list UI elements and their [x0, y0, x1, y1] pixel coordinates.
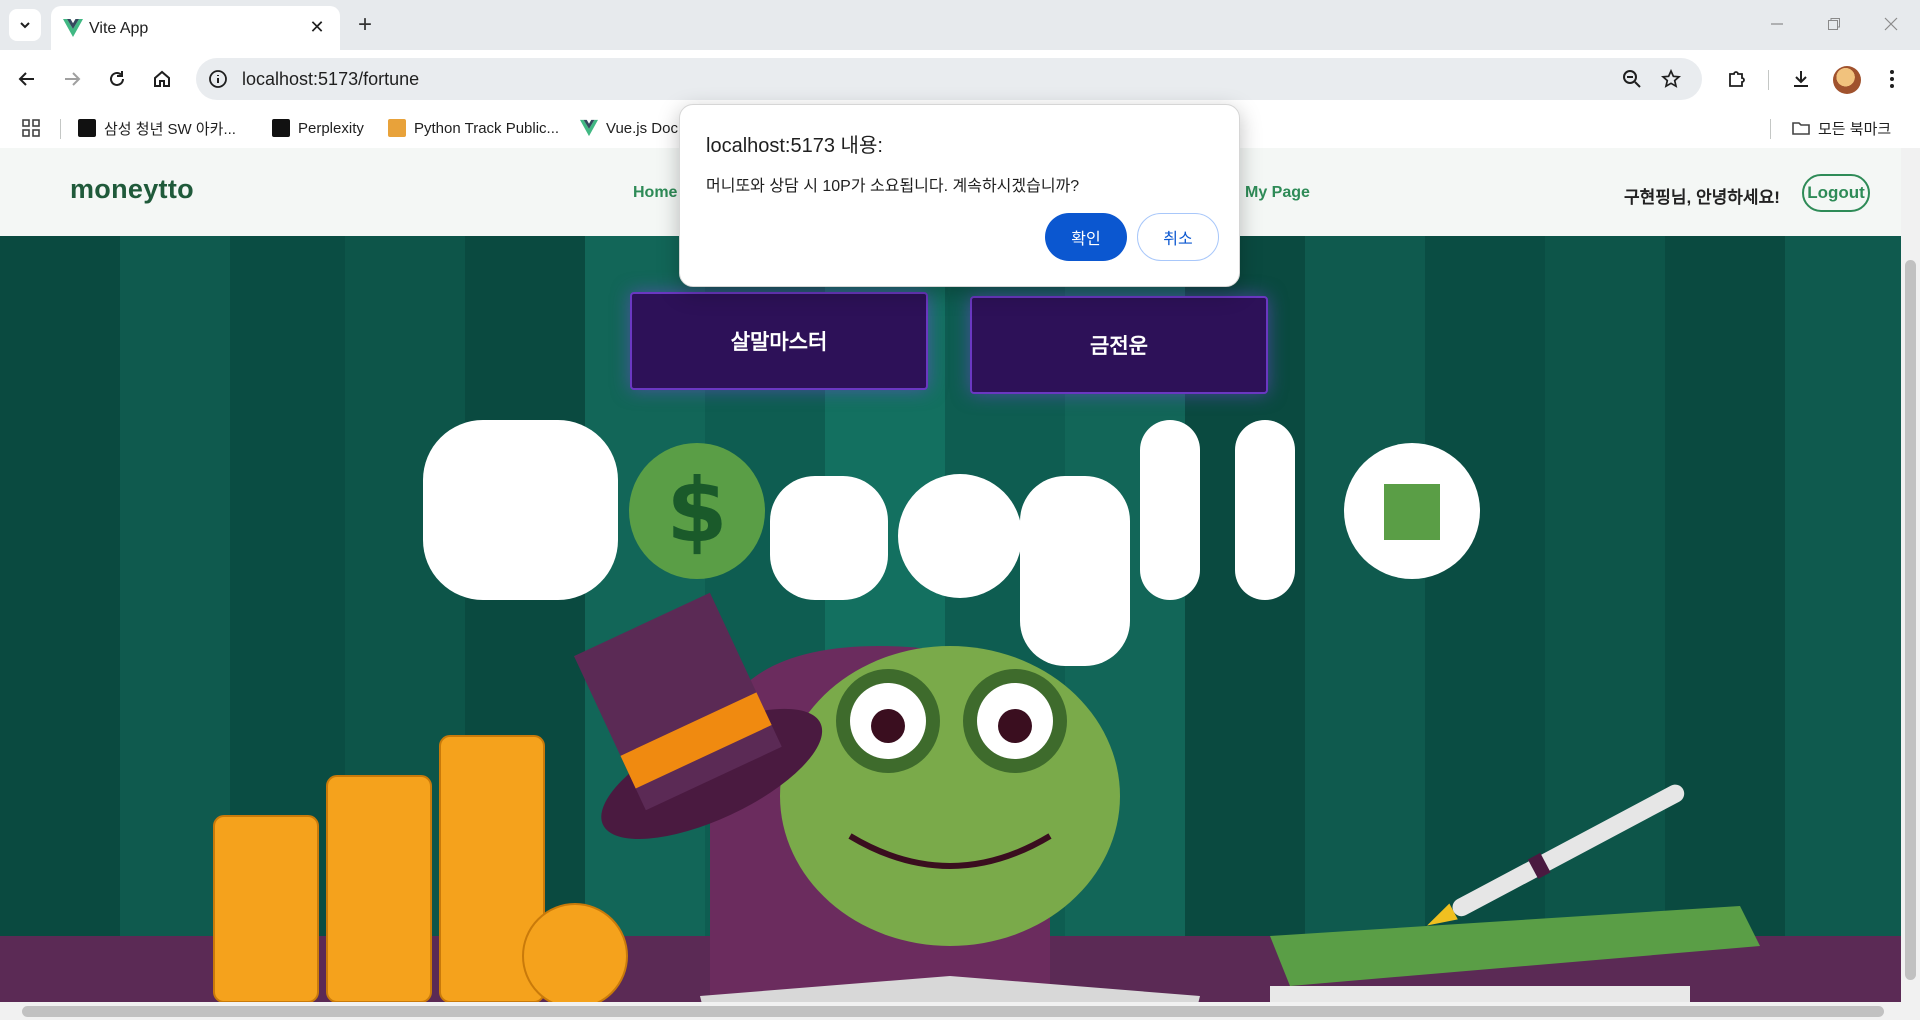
- window-close-button[interactable]: [1871, 10, 1911, 38]
- minimize-button[interactable]: [1757, 10, 1797, 38]
- bookmark-item[interactable]: Vue.js Doc: [580, 116, 678, 140]
- extensions-button[interactable]: [1722, 64, 1752, 94]
- bookmark-star-icon[interactable]: [1659, 67, 1683, 91]
- toolbar-divider: [1768, 70, 1769, 90]
- home-icon: [154, 70, 170, 87]
- tab-title: Vite App: [89, 20, 149, 37]
- horizontal-scrollbar[interactable]: [0, 1002, 1920, 1020]
- restore-icon: [1828, 18, 1840, 30]
- active-tab[interactable]: Vite App ✕: [51, 6, 340, 50]
- coin-stacks: [213, 735, 628, 1002]
- logout-button[interactable]: Logout: [1802, 174, 1870, 212]
- apps-button[interactable]: [22, 116, 40, 140]
- site-info-icon[interactable]: [205, 66, 231, 92]
- address-bar[interactable]: localhost:5173/fortune: [196, 58, 1702, 100]
- chrome-menu-button[interactable]: [1877, 64, 1907, 94]
- browser-toolbar: localhost:5173/fortune: [0, 50, 1920, 108]
- restore-button[interactable]: [1814, 10, 1854, 38]
- zoom-icon[interactable]: [1620, 67, 1644, 91]
- all-bookmarks-button[interactable]: 모든 북마크: [1792, 116, 1891, 140]
- site-logo[interactable]: moneytto: [70, 174, 194, 205]
- kebab-menu-icon: [1890, 70, 1894, 88]
- forward-button[interactable]: [57, 64, 87, 94]
- nav-mypage-link[interactable]: My Page: [1245, 184, 1310, 202]
- bookmark-separator: [60, 119, 61, 139]
- vue-icon: [580, 119, 598, 137]
- puzzle-icon: [1729, 71, 1745, 87]
- bookmark-separator: [1770, 119, 1771, 139]
- bookmark-item[interactable]: 삼성 청년 SW 아카...: [78, 116, 236, 140]
- tab-strip: Vite App ✕ +: [0, 0, 1920, 50]
- url-text[interactable]: localhost:5173/fortune: [242, 69, 419, 90]
- nav-home-link[interactable]: Home: [633, 184, 677, 202]
- confirm-ok-button[interactable]: 확인: [1045, 213, 1127, 261]
- bookmark-item[interactable]: Python Track Public...: [388, 116, 559, 140]
- svg-text:$: $: [666, 459, 727, 562]
- close-icon[interactable]: ✕: [306, 16, 328, 38]
- tab-search-button[interactable]: [9, 9, 41, 41]
- scroll-icon: [388, 119, 406, 137]
- back-button[interactable]: [12, 64, 42, 94]
- dialog-title: localhost:5173 내용:: [706, 135, 883, 157]
- minimize-icon: [1771, 23, 1783, 25]
- hero-illustration: $: [0, 420, 1901, 1002]
- user-greeting: 구현핑님, 안녕하세요!: [1624, 188, 1780, 207]
- confirm-cancel-button[interactable]: 취소: [1137, 213, 1219, 261]
- close-icon: [1884, 17, 1898, 31]
- chevron-down-icon: [20, 22, 30, 29]
- profile-avatar[interactable]: [1833, 66, 1861, 94]
- confirm-dialog: localhost:5173 내용: 머니또와 상담 시 10P가 소요됩니다.…: [679, 104, 1240, 287]
- moneytto-wordmark: $: [423, 420, 1480, 666]
- downloads-button[interactable]: [1786, 64, 1816, 94]
- frog-mascot: [780, 646, 1120, 946]
- home-button[interactable]: [147, 64, 177, 94]
- folder-icon: [1792, 122, 1810, 135]
- bookmark-label: Python Track Public...: [414, 119, 560, 137]
- all-bookmarks-label: 모든 북마크: [1818, 120, 1892, 138]
- samsung-icon: [78, 119, 96, 137]
- arrow-left-icon: [18, 72, 34, 86]
- dialog-message: 머니또와 상담 시 10P가 소요됩니다. 계속하시겠습니까?: [706, 178, 1080, 195]
- bookmark-item[interactable]: Perplexity: [272, 116, 364, 140]
- arrow-right-icon: [65, 72, 81, 86]
- vertical-scroll-thumb[interactable]: [1905, 260, 1916, 980]
- book-pages: [1270, 986, 1690, 1002]
- bookmark-label: 삼성 청년 SW 아카...: [104, 120, 236, 138]
- reload-button[interactable]: [102, 64, 132, 94]
- perplexity-icon: [272, 119, 290, 137]
- hero-section: 살말마스터 금전운 $: [0, 236, 1901, 1002]
- bookmark-label: Vue.js Doc: [606, 119, 678, 137]
- new-tab-button[interactable]: +: [351, 11, 379, 39]
- reload-icon: [110, 71, 124, 86]
- apps-grid-icon: [22, 119, 40, 137]
- download-icon: [1794, 71, 1808, 87]
- vue-icon: [63, 19, 83, 37]
- bookmark-label: Perplexity: [298, 119, 364, 137]
- horizontal-scroll-thumb[interactable]: [22, 1006, 1884, 1017]
- vertical-scrollbar[interactable]: [1901, 148, 1920, 1002]
